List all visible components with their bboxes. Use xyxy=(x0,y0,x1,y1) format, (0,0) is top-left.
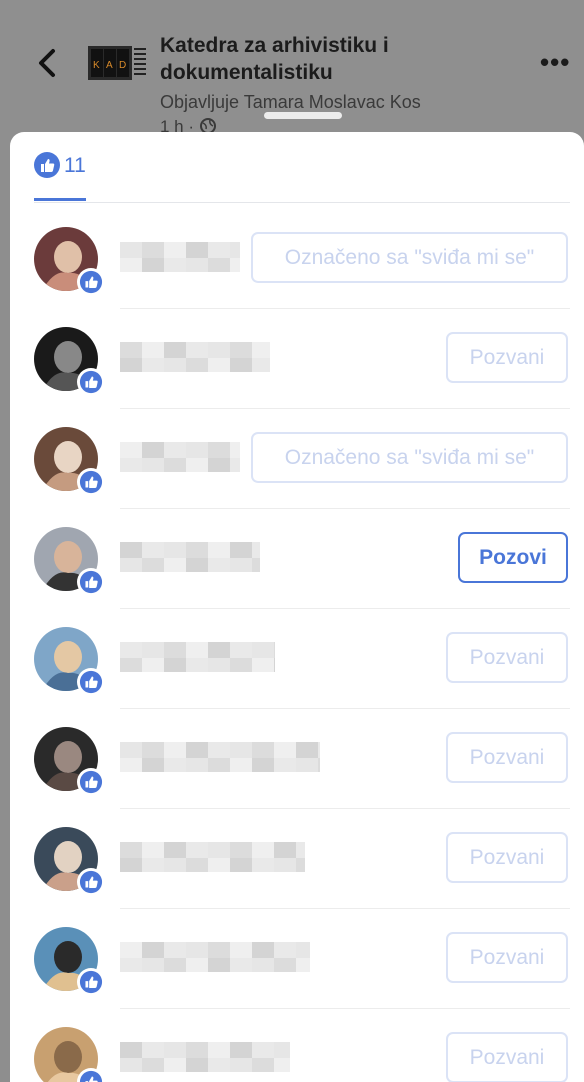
logo-letter-k: K xyxy=(93,60,100,71)
list-item[interactable]: Pozvani xyxy=(10,308,584,408)
blurred-name[interactable] xyxy=(120,238,240,278)
invited-button[interactable]: Pozvani xyxy=(446,732,568,783)
more-options-icon[interactable]: ••• xyxy=(540,49,570,75)
like-badge-icon xyxy=(77,368,105,396)
like-badge-icon xyxy=(77,668,105,696)
divider xyxy=(120,808,570,809)
liked-status-button[interactable]: Označeno sa "sviđa mi se" xyxy=(251,232,568,283)
back-arrow-icon[interactable] xyxy=(36,48,58,78)
page-name[interactable]: Katedra za arhivistiku i dokumentalistik… xyxy=(160,32,480,86)
list-item[interactable]: Pozvani xyxy=(10,908,584,1008)
blurred-name[interactable] xyxy=(120,538,260,578)
list-item[interactable]: Pozvani xyxy=(10,808,584,908)
like-badge-icon xyxy=(77,768,105,796)
page-logo[interactable]: K A D xyxy=(86,40,148,86)
like-badge-icon xyxy=(77,468,105,496)
invited-button[interactable]: Pozvani xyxy=(446,632,568,683)
like-badge-icon xyxy=(77,568,105,596)
list-item[interactable]: Označeno sa "sviđa mi se" xyxy=(10,408,584,508)
posted-by: Objavljuje Tamara Moslavac Kos xyxy=(160,92,421,112)
divider xyxy=(120,408,570,409)
liked-status-button[interactable]: Označeno sa "sviđa mi se" xyxy=(251,432,568,483)
divider xyxy=(120,908,570,909)
invited-button[interactable]: Pozvani xyxy=(446,332,568,383)
divider xyxy=(34,202,570,203)
tab-likes[interactable]: 11 xyxy=(34,152,86,204)
divider xyxy=(120,308,570,309)
like-icon xyxy=(34,152,60,178)
divider xyxy=(120,508,570,509)
logo-letter-a: A xyxy=(106,60,113,71)
invited-button[interactable]: Pozvani xyxy=(446,932,568,983)
logo-letter-d: D xyxy=(119,60,126,71)
tab-underline xyxy=(34,198,86,201)
divider xyxy=(120,608,570,609)
like-badge-icon xyxy=(77,968,105,996)
reactions-sheet: 11 Označeno sa "sviđa mi se" Pozvani Označ… xyxy=(10,132,584,1082)
like-badge-icon xyxy=(77,868,105,896)
blurred-name[interactable] xyxy=(120,938,310,978)
blurred-name[interactable] xyxy=(120,1038,290,1078)
blurred-name[interactable] xyxy=(120,438,240,478)
blurred-name[interactable] xyxy=(120,738,320,778)
like-badge-icon xyxy=(77,268,105,296)
list-item[interactable]: Pozvani xyxy=(10,1008,584,1082)
list-item[interactable]: Pozovi xyxy=(10,508,584,608)
post-header: K A D Katedra za arhivistiku i dokumenta… xyxy=(0,0,584,150)
blurred-name[interactable] xyxy=(120,338,270,378)
blurred-name[interactable] xyxy=(120,838,305,878)
like-count: 11 xyxy=(64,154,86,177)
blurred-name[interactable] xyxy=(120,638,275,678)
invited-button[interactable]: Pozvani xyxy=(446,832,568,883)
invite-button[interactable]: Pozovi xyxy=(458,532,568,583)
list-item[interactable]: Pozvani xyxy=(10,608,584,708)
invited-button[interactable]: Pozvani xyxy=(446,1032,568,1082)
divider xyxy=(120,708,570,709)
sheet-drag-handle[interactable] xyxy=(264,112,342,119)
divider xyxy=(120,1008,570,1009)
list-item[interactable]: Označeno sa "sviđa mi se" xyxy=(10,208,584,308)
list-item[interactable]: Pozvani xyxy=(10,708,584,808)
